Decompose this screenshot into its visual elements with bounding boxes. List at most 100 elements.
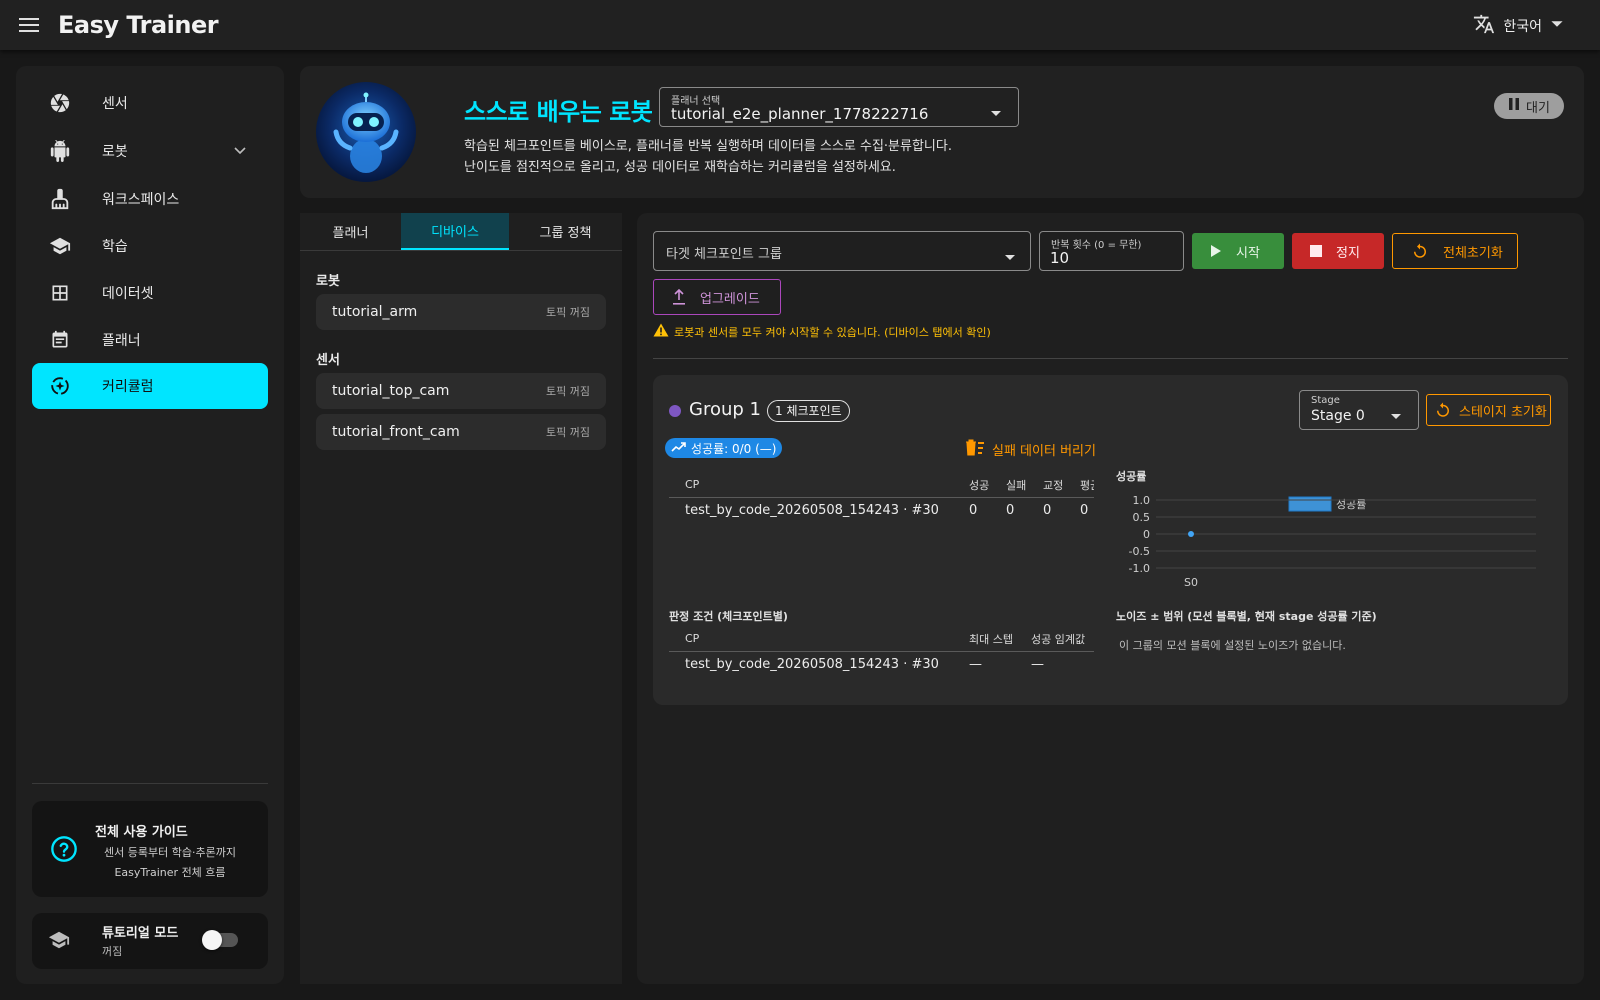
- curriculum-icon: [48, 374, 72, 398]
- checkpoint-stats-table: CP 성공 실패 교정 평균 test_by_code_20260508_154…: [669, 473, 1094, 523]
- table-cell: 0: [1043, 502, 1052, 518]
- table-cell: 0: [969, 502, 978, 518]
- sidebar-item-label: 워크스페이스: [102, 192, 180, 208]
- column-header: 최대 스텝: [969, 627, 1031, 652]
- graduation-cap-icon: [48, 234, 72, 258]
- description-line: 난이도를 점진적으로 올리고, 성공 데이터로 재학습하는 커리큘럼을 설정하세…: [464, 160, 896, 175]
- usage-guide-card[interactable]: 전체 사용 가이드 센서 등록부터 학습·추론까지 EasyTrainer 전체…: [32, 801, 268, 897]
- pause-icon: [1508, 98, 1520, 114]
- sensor-section-title: 센서: [316, 353, 340, 368]
- noise-range-title: 노이즈 ± 범위 (모션 블록별, 현재 stage 성공률 기준): [1116, 610, 1377, 623]
- translate-icon: [1473, 13, 1495, 39]
- target-checkpoint-group-select[interactable]: 타겟 체크포인트 그룹: [653, 231, 1031, 271]
- group-color-dot: [669, 405, 681, 417]
- sidebar-item-workspace[interactable]: 워크스페이스: [32, 176, 268, 222]
- robot-section-title: 로봇: [316, 274, 340, 289]
- play-icon: [1210, 244, 1222, 258]
- device-name: tutorial_arm: [332, 304, 418, 320]
- group-card: Group 1 1 체크포인트 Stage Stage 0 스테이지 초기화 성…: [653, 375, 1568, 705]
- stage-select[interactable]: Stage Stage 0: [1299, 390, 1419, 430]
- grid-icon: [48, 281, 72, 305]
- table-header-row: CP 최대 스텝 성공 임계값: [669, 627, 1094, 652]
- table-cell: —: [1031, 656, 1044, 672]
- caret-down-icon: [990, 103, 1002, 122]
- refresh-icon: [1434, 401, 1452, 419]
- reset-all-label: 전체초기화: [1443, 245, 1503, 261]
- table-header-row: CP 성공 실패 교정 평균: [669, 473, 1094, 498]
- sidebar-item-robot[interactable]: 로봇: [32, 128, 268, 174]
- upgrade-button[interactable]: 업그레이드: [653, 279, 781, 315]
- device-panel: 플래너 디바이스 그룹 정책 로봇 tutorial_arm 토픽 꺼짐 센서 …: [300, 213, 622, 984]
- stop-button[interactable]: 정지: [1292, 233, 1384, 269]
- table-row: test_by_code_20260508_154243 · #30 0 0 0…: [669, 497, 1094, 523]
- chart-title: 성공률: [1116, 469, 1146, 483]
- sidebar-item-label: 플래너: [102, 333, 141, 349]
- calendar-icon: [48, 328, 72, 352]
- sidebar-item-label: 학습: [102, 239, 128, 255]
- device-status: 토픽 꺼짐: [546, 426, 590, 439]
- sidebar: 센서 로봇 워크스페이스 학습 데이터셋 플래너 커리큘럼 전체 사용 가이드 …: [16, 66, 284, 984]
- warning-text: 로봇과 센서를 모두 켜야 시작할 수 있습니다. (디바이스 탭에서 확인): [674, 325, 991, 339]
- tutorial-title: 튜토리얼 모드: [102, 926, 179, 941]
- device-name: tutorial_front_cam: [332, 424, 460, 440]
- language-selector[interactable]: 한국어: [1473, 13, 1564, 39]
- device-row-robot[interactable]: tutorial_arm 토픽 꺼짐: [316, 294, 606, 330]
- table-cell: 0: [1080, 502, 1089, 518]
- tab-devices[interactable]: 디바이스: [401, 213, 509, 250]
- chevron-down-icon[interactable]: [232, 142, 248, 162]
- stage-reset-label: 스테이지 초기화: [1459, 404, 1547, 420]
- success-rate-chart: 성공률 성공률 1.0 0.5 0 -0.5 -1.0 S0: [1116, 468, 1556, 589]
- device-name: tutorial_top_cam: [332, 383, 450, 399]
- column-header: 성공: [969, 473, 1006, 498]
- start-label: 시작: [1236, 245, 1260, 261]
- upload-icon: [672, 289, 686, 305]
- stop-icon: [1310, 245, 1322, 257]
- sidebar-item-training[interactable]: 학습: [32, 223, 268, 269]
- column-header: 교정: [1043, 473, 1080, 498]
- trending-icon: [671, 441, 687, 456]
- tab-group-policy[interactable]: 그룹 정책: [509, 213, 622, 250]
- menu-icon[interactable]: [17, 13, 41, 37]
- stage-select-caption: Stage: [1311, 395, 1340, 406]
- target-select-placeholder: 타겟 체크포인트 그룹: [666, 247, 782, 262]
- description-line: 학습된 체크포인트를 베이스로, 플래너를 반복 실행하며 데이터를 스스로 수…: [464, 139, 952, 154]
- x-tick-label: S0: [1184, 576, 1198, 588]
- sidebar-item-curriculum[interactable]: 커리큘럼: [32, 363, 268, 409]
- repeat-count-input[interactable]: [1050, 248, 1170, 268]
- planner-select-value: tutorial_e2e_planner_1778222716: [671, 105, 929, 123]
- column-header: 성공 임계값: [1031, 627, 1094, 652]
- caret-down-icon: [1390, 406, 1402, 425]
- tutorial-toggle[interactable]: [202, 930, 238, 950]
- caret-down-icon: [1004, 247, 1016, 266]
- app-title: Easy Trainer: [58, 11, 219, 39]
- stop-label: 정지: [1336, 245, 1360, 261]
- language-label: 한국어: [1503, 19, 1542, 35]
- refresh-icon: [1411, 242, 1429, 260]
- checkpoint-count-chip: 1 체크포인트: [767, 400, 850, 422]
- planner-select[interactable]: 플래너 선택 tutorial_e2e_planner_1778222716: [659, 87, 1019, 127]
- judge-criteria-table: CP 최대 스텝 성공 임계값 test_by_code_20260508_15…: [669, 627, 1094, 677]
- sidebar-divider: [32, 783, 268, 784]
- robot-avatar: [316, 82, 416, 182]
- discard-failed-data-button[interactable]: 실패 데이터 버리기: [965, 438, 1096, 460]
- start-button[interactable]: 시작: [1192, 233, 1284, 269]
- repeat-count-field: 반복 횟수 (0 = 무한): [1039, 231, 1184, 271]
- sidebar-item-sensor[interactable]: 센서: [32, 80, 268, 126]
- legend-swatch: [1288, 496, 1332, 512]
- stage-reset-button[interactable]: 스테이지 초기화: [1426, 394, 1551, 426]
- device-row-sensor[interactable]: tutorial_front_cam 토픽 꺼짐: [316, 414, 606, 450]
- data-point: [1188, 531, 1194, 537]
- y-tick-label: 0: [1143, 528, 1150, 541]
- sidebar-item-dataset[interactable]: 데이터셋: [32, 270, 268, 316]
- tutorial-mode-card: 튜토리얼 모드 꺼짐: [32, 913, 268, 969]
- sidebar-item-label: 데이터셋: [102, 286, 154, 302]
- panel-divider: [653, 358, 1568, 359]
- device-row-sensor[interactable]: tutorial_top_cam 토픽 꺼짐: [316, 373, 606, 409]
- table-cell: —: [969, 656, 982, 672]
- graduation-cap-icon: [48, 929, 70, 955]
- tab-planner[interactable]: 플래너: [300, 213, 401, 250]
- warning-message: 로봇과 센서를 모두 켜야 시작할 수 있습니다. (디바이스 탭에서 확인): [653, 323, 991, 340]
- reset-all-button[interactable]: 전체초기화: [1392, 233, 1518, 269]
- sidebar-item-planner[interactable]: 플래너: [32, 317, 268, 363]
- y-tick-label: 0.5: [1133, 511, 1151, 524]
